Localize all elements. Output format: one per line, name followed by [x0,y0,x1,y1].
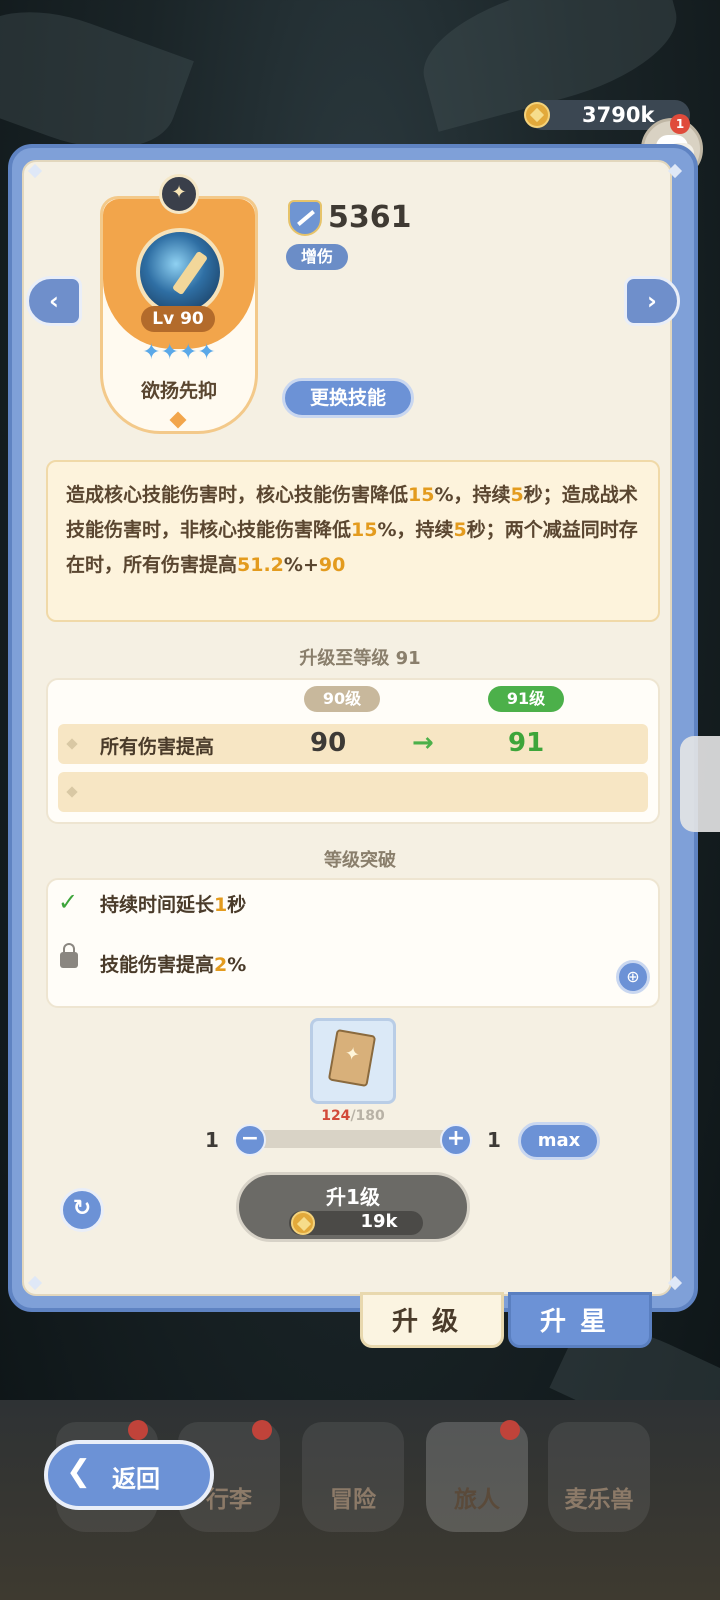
upgrade-section-title: 升级至等级 91 [299,648,421,669]
chat-notification-badge: 1 [670,114,690,134]
tab-upgrade[interactable]: 升级 [360,1292,504,1348]
skill-name: 欲扬先抑 [140,380,217,402]
arrow-back-icon: ❮ [66,1454,92,1489]
material-count: 124/180 [321,1108,385,1124]
power-shield-icon [288,200,322,236]
upgrade-row: 所有伤害提高 90 → 91 [58,724,648,764]
gold-amount: 3790k [582,103,655,127]
upgrade-row-new-value: 91 [508,728,545,758]
refresh-icon: ↻ [72,1196,92,1221]
previous-skill-button[interactable]: ‹ [26,276,82,326]
zoom-in-button[interactable]: ⊕ [616,960,650,994]
nav-notification-dot [252,1420,272,1440]
skill-power: 5361 [328,200,412,235]
tab-star-up[interactable]: 升星 [508,1292,652,1348]
nav-item-melebeast[interactable] [548,1422,650,1532]
breakthrough-section-title: 等级突破 [324,850,396,871]
upgrade-button[interactable]: 升1级 19k [236,1172,470,1242]
upgrade-row-empty [58,772,648,812]
skill-type-icon: ✦ [159,174,199,214]
checkmark-icon: ✓ [58,888,79,916]
back-button-label: 返回 [112,1465,160,1493]
current-level-pill: 90级 [304,686,380,712]
skill-level: Lv 90 [141,306,215,332]
nav-notification-dot [500,1420,520,1440]
arrow-right-icon: → [412,728,434,758]
chevron-right-icon: › [647,287,657,315]
upgrade-cost: 19k [360,1211,398,1232]
quantity-increase-button[interactable]: + [440,1124,472,1156]
nav-notification-dot [128,1420,148,1440]
skill-description: 造成核心技能伤害时，核心技能伤害降低15%，持续5秒；造成战术技能伤害时，非核心… [46,460,660,622]
skill-icon [136,228,224,316]
quantity-decrease-button[interactable]: − [234,1124,266,1156]
quantity-slider[interactable] [250,1130,458,1148]
gold-coin-icon [291,1211,315,1235]
breakthrough-item: 技能伤害提高2% [100,954,247,976]
max-quantity-button[interactable]: max [518,1122,600,1160]
skill-tag: 增伤 [286,244,348,270]
lock-icon [60,943,78,968]
upgrade-button-label: 升1级 [326,1185,380,1209]
next-level-pill: 91级 [488,686,564,712]
nav-item-adventure[interactable] [302,1422,404,1532]
gold-coin-icon [524,102,550,128]
back-button[interactable]: ❮ 返回 [44,1440,214,1510]
upgrade-row-label: 所有伤害提高 [100,736,215,758]
change-skill-button[interactable]: 更换技能 [282,378,414,418]
skill-stars: ✦✦✦✦ [142,340,216,365]
breakthrough-item: 持续时间延长1秒 [100,894,247,916]
row-bullet-icon [66,738,78,750]
nav-item-label: 旅人 [454,1487,500,1513]
next-skill-button[interactable]: › [624,276,680,326]
nav-item-label: 麦乐兽 [564,1487,634,1513]
refresh-button[interactable]: ↻ [60,1188,104,1232]
upgrade-row-old-value: 90 [310,728,347,758]
quantity-min-label: 1 [205,1128,219,1152]
side-drawer-handle[interactable] [680,736,720,832]
chevron-left-icon: ‹ [49,287,59,315]
row-bullet-icon [66,786,78,798]
magnifier-icon: ⊕ [626,967,640,986]
quantity-max-label: 1 [487,1128,501,1152]
nav-item-label: 冒险 [330,1487,376,1513]
